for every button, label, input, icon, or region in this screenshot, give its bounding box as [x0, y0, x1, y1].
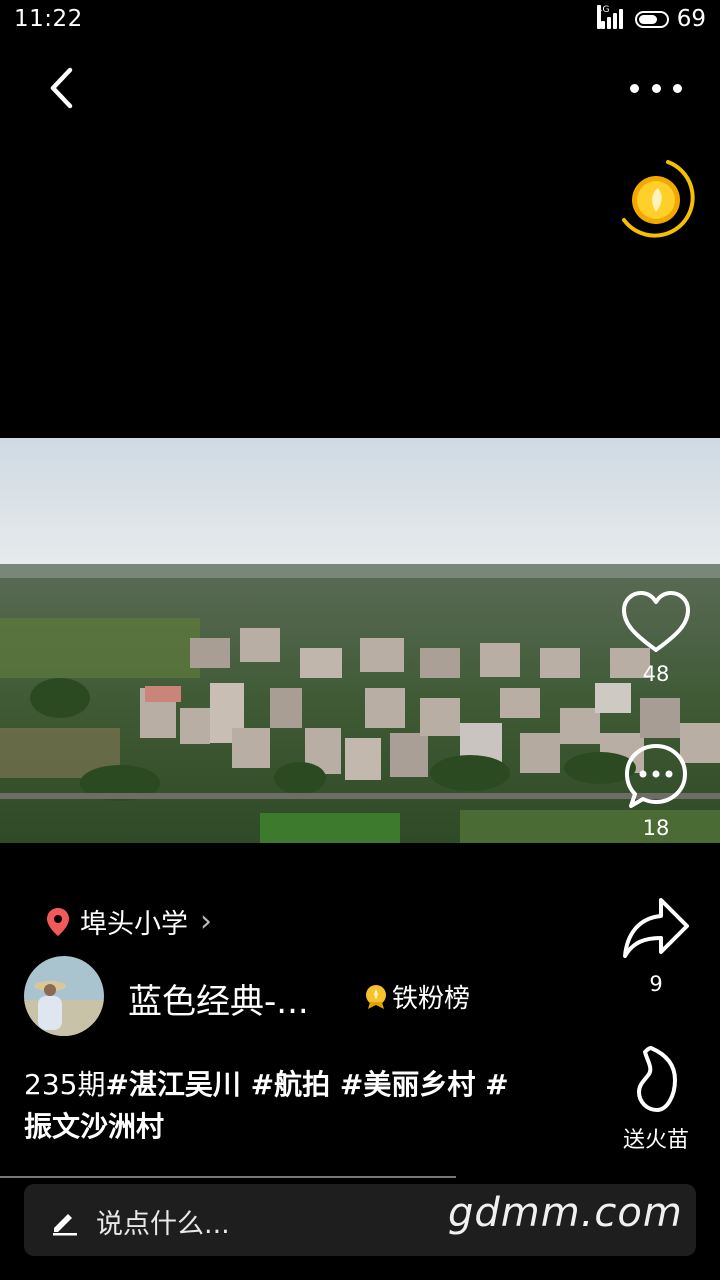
- location-pin-icon: [47, 907, 69, 936]
- coin-icon: [622, 160, 695, 238]
- share-count: 9: [649, 972, 663, 996]
- more-button[interactable]: [624, 70, 688, 106]
- coin-reward-widget[interactable]: [620, 158, 698, 242]
- like-button[interactable]: 48: [608, 590, 704, 686]
- heart-icon: [622, 591, 690, 652]
- comment-count: 18: [642, 816, 670, 840]
- more-icon: [630, 83, 639, 93]
- fan-ranking-badge[interactable]: 铁粉榜: [364, 978, 470, 1015]
- post-caption: 235期#湛江吴川 #航拍 #美丽乡村 # 振文沙洲村: [24, 1064, 584, 1148]
- avatar[interactable]: [24, 956, 104, 1036]
- like-count: 48: [642, 662, 670, 686]
- flame-icon: [637, 1046, 677, 1112]
- status-icons: 4G 69: [596, 5, 706, 32]
- video-progress-bar[interactable]: [0, 1176, 456, 1178]
- share-button[interactable]: 9: [608, 894, 704, 996]
- comment-icon: [625, 744, 687, 808]
- watermark: gdmm.com: [448, 1190, 683, 1236]
- battery-icon: [634, 10, 669, 28]
- chevron-right-icon: ›: [200, 904, 212, 939]
- pencil-icon: [53, 1214, 77, 1236]
- battery-percent: 69: [676, 6, 706, 32]
- caption-issue: 235期: [24, 1068, 106, 1101]
- share-icon: [623, 898, 689, 958]
- comment-placeholder[interactable]: 说点什么...: [96, 1202, 230, 1241]
- author-name[interactable]: 蓝色经典-...: [128, 974, 309, 1023]
- medal-icon: [366, 984, 386, 1009]
- back-button[interactable]: [38, 62, 88, 114]
- send-flame-button[interactable]: 送火苗: [608, 1044, 704, 1154]
- send-flame-label: 送火苗: [622, 1128, 689, 1153]
- comment-button[interactable]: 18: [608, 742, 704, 840]
- signal-icon: 4G: [596, 5, 627, 31]
- caption-tags-line1[interactable]: #湛江吴川 #航拍 #美丽乡村 #: [105, 1068, 508, 1101]
- status-time: 11:22: [14, 6, 83, 32]
- fan-ranking-label: 铁粉榜: [392, 984, 471, 1014]
- caption-tags-line2[interactable]: 振文沙洲村: [24, 1110, 164, 1143]
- location-name: 埠头小学: [80, 909, 188, 940]
- location-link[interactable]: 埠头小学 ›: [46, 902, 212, 941]
- back-icon: [50, 67, 73, 109]
- avatar-image: [24, 956, 104, 1036]
